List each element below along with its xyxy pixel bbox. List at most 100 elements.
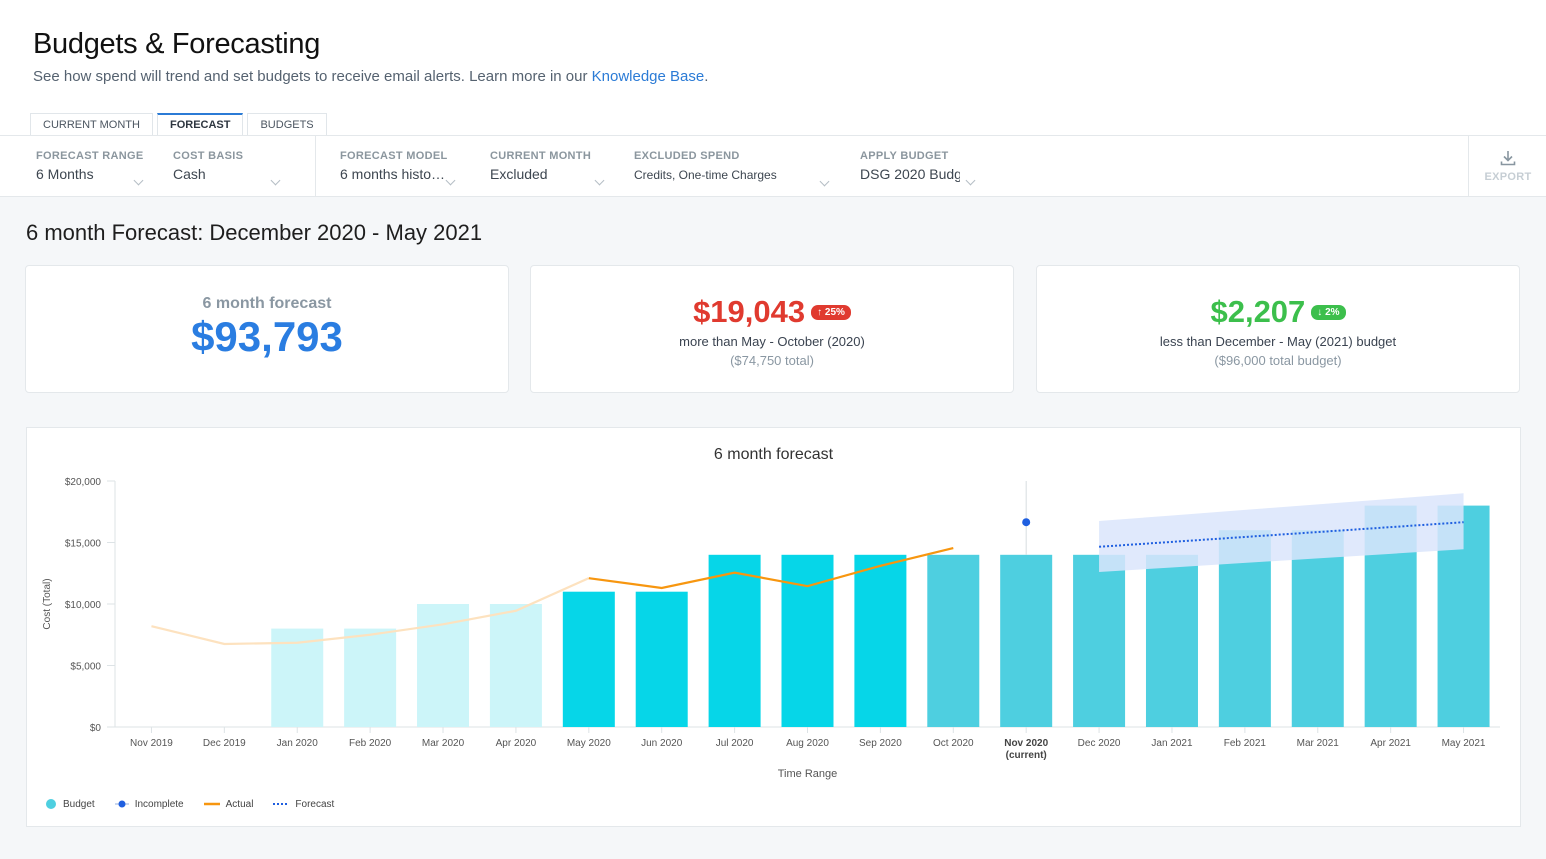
forecast-section-title: 6 month Forecast: December 2020 - May 20…	[26, 220, 483, 245]
download-icon	[1500, 151, 1516, 166]
budget-bar	[854, 554, 907, 727]
budget-bar	[1145, 554, 1198, 727]
excluded-spend-value: Credits, One-time Charges	[634, 168, 777, 182]
page-title: Budgets & Forecasting	[33, 28, 321, 60]
x-tick-label: Jun 2020	[641, 738, 683, 749]
forecast-model-value: 6 months histo…	[340, 166, 446, 182]
history-diff-value: $19,043	[693, 294, 806, 329]
forecast-model-label: FORECAST MODEL	[340, 150, 448, 162]
budget-legend-icon	[46, 799, 56, 809]
x-tick-label: Jan 2021	[1151, 738, 1193, 749]
subtitle-text: See how spend will trend and set budgets…	[33, 68, 592, 85]
x-tick-label: Jul 2020	[716, 738, 754, 749]
legend-forecast-label: Forecast	[295, 798, 335, 810]
budget-comparison-card: $2,207 ↓ 2% less than December - May (20…	[1036, 265, 1520, 393]
forecast-chart: $0 $5,000 $10,000 $15,000 $20,000 Cost (Total…	[42, 477, 1500, 780]
forecast-total-label: 6 month forecast	[202, 295, 332, 312]
current-month-label: CURRENT MONTH	[490, 150, 592, 162]
cost-basis-label: COST BASIS	[173, 150, 244, 162]
y-tick-label: $15,000	[65, 539, 102, 550]
forecast-total-card: 6 month forecast $93,793	[25, 265, 509, 393]
x-tick-label: Dec 2020	[1078, 738, 1121, 749]
current-month-value: Excluded	[490, 166, 548, 182]
x-tick-label: Nov 2019	[130, 738, 173, 749]
forecast-legend-icon	[273, 803, 290, 805]
export-button[interactable]: EXPORT	[1468, 136, 1546, 196]
tab-forecast[interactable]: FORECAST	[156, 113, 244, 136]
y-tick-label: $10,000	[65, 600, 102, 611]
apply-budget-select[interactable]: APPLY BUDGET DSG 2020 Budge	[860, 150, 980, 186]
forecast-range-label: FORECAST RANGE	[36, 150, 144, 162]
apply-budget-label: APPLY BUDGET	[860, 150, 949, 162]
tab-bar: CURRENT MONTH FORECAST BUDGETS	[30, 113, 331, 136]
legend-actual[interactable]: Actual	[203, 798, 254, 810]
budget-bar	[1073, 554, 1126, 727]
x-tick-label: Mar 2020	[422, 738, 465, 749]
legend-incomplete[interactable]: Incomplete	[114, 798, 184, 810]
history-comparison-card: $19,043 ↑ 25% more than May - October (2…	[530, 265, 1014, 393]
y-axis-title: Cost (Total)	[42, 578, 53, 629]
legend-forecast[interactable]: Forecast	[273, 798, 334, 810]
actual-legend-icon	[203, 802, 220, 806]
incomplete-legend-icon	[114, 800, 129, 808]
export-label: EXPORT	[1484, 171, 1532, 183]
history-total-text: ($74,750 total)	[730, 353, 814, 368]
x-tick-label: Aug 2020	[786, 738, 829, 749]
increase-badge: ↑ 25%	[811, 304, 851, 320]
legend-actual-label: Actual	[225, 798, 254, 810]
x-tick-label: Feb 2021	[1224, 738, 1267, 749]
excluded-spend-label: EXCLUDED SPEND	[634, 150, 740, 162]
forecast-chart-card: 6 month forecast $0 $5,000 $10,000 $15,000 $…	[26, 427, 1521, 827]
legend-incomplete-label: Incomplete	[134, 798, 184, 810]
budget-bar	[562, 591, 615, 727]
budget-bar	[1000, 554, 1053, 727]
budget-bar	[635, 591, 688, 727]
knowledge-base-link[interactable]: Knowledge Base	[592, 68, 705, 85]
legend-budget[interactable]: Budget	[45, 798, 95, 810]
page-header: Budgets & Forecasting See how spend will…	[0, 0, 1546, 136]
y-tick-label: $5,000	[70, 662, 101, 673]
y-tick-label: $20,000	[65, 477, 102, 488]
x-tick-label: May 2021	[1442, 738, 1486, 749]
x-tick-label: May 2020	[567, 738, 611, 749]
cost-basis-select[interactable]: COST BASIS Cash	[173, 150, 285, 186]
budget-bar	[489, 604, 542, 727]
chevron-down-icon	[965, 175, 976, 186]
budget-bar	[708, 554, 761, 727]
x-tick-label: Oct 2020	[933, 738, 974, 749]
subtitle-period: .	[704, 68, 709, 85]
x-tick-label: Nov 2020	[1004, 738, 1048, 749]
x-tick-label: Apr 2020	[496, 738, 537, 749]
x-tick-label: Apr 2021	[1370, 738, 1411, 749]
x-tick-label: Jan 2020	[277, 738, 319, 749]
cost-basis-value: Cash	[173, 166, 206, 182]
incomplete-point	[1022, 518, 1031, 527]
budget-bar	[417, 604, 470, 727]
x-tick-label: Sep 2020	[859, 738, 902, 749]
x-axis-title: Time Range	[778, 768, 838, 780]
budget-total-text: ($96,000 total budget)	[1214, 353, 1342, 368]
forecast-total-value: $93,793	[191, 313, 343, 360]
x-tick-sublabel: (current)	[1006, 750, 1047, 761]
current-month-select[interactable]: CURRENT MONTH Excluded	[490, 150, 608, 186]
filter-divider	[315, 136, 316, 196]
budget-bar	[927, 554, 980, 727]
budget-diff-text: less than December - May (2021) budget	[1159, 334, 1397, 349]
x-tick-label: Dec 2019	[203, 738, 246, 749]
budget-bar	[344, 628, 397, 727]
budget-bar	[1291, 530, 1344, 727]
budget-diff-value: $2,207	[1210, 294, 1306, 329]
excluded-spend-select[interactable]: EXCLUDED SPEND Credits, One-time Charges	[634, 150, 834, 187]
forecast-range-select[interactable]: FORECAST RANGE 6 Months	[36, 150, 146, 186]
x-tick-label: Mar 2021	[1297, 738, 1340, 749]
x-tick-label: Feb 2020	[349, 738, 392, 749]
y-tick-label: $0	[90, 723, 102, 734]
tab-current-month[interactable]: CURRENT MONTH	[30, 113, 153, 136]
forecast-range-value: 6 Months	[36, 166, 94, 182]
history-diff-text: more than May - October (2020)	[679, 334, 865, 349]
filter-bar: FORECAST RANGE 6 Months COST BASIS Cash …	[0, 135, 1546, 197]
tab-budgets[interactable]: BUDGETS	[247, 113, 327, 136]
page-subtitle: See how spend will trend and set budgets…	[33, 68, 708, 85]
forecast-model-select[interactable]: FORECAST MODEL 6 months histo…	[340, 150, 460, 186]
apply-budget-value: DSG 2020 Budge	[860, 166, 960, 182]
